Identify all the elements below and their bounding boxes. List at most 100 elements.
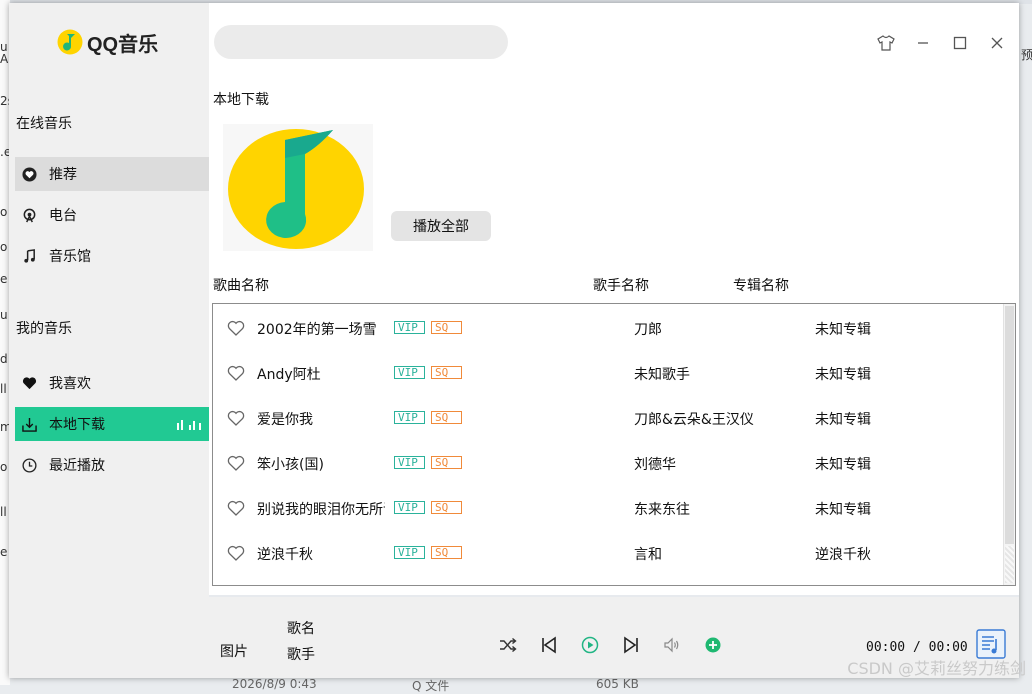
sidebar-item-recommend[interactable]: 推荐 [15, 157, 209, 191]
clock-icon [21, 457, 37, 473]
volume-icon [664, 637, 679, 653]
play-icon [581, 636, 599, 654]
background-left-letter: e [0, 272, 8, 286]
background-bottom-text: 2026/8/9 0:43 [232, 677, 317, 691]
table-row[interactable]: 2002年的第一场雪 VIP SQ 刀郎 未知专辑 [213, 304, 1001, 349]
sq-badge: SQ [431, 546, 462, 559]
background-left-letter: A [0, 52, 9, 66]
playback-time: 00:00 / 00:00 [866, 640, 968, 655]
song-title: 逆浪千秋 [257, 547, 313, 563]
song-artist: 刀郎 [634, 322, 662, 338]
next-button[interactable] [620, 634, 642, 656]
sidebar-item-label: 推荐 [49, 167, 77, 183]
table-row[interactable]: Andy阿杜 VIP SQ 未知歌手 未知专辑 [213, 349, 1001, 394]
song-title: 爱是你我 [257, 412, 313, 428]
sidebar-item-radio[interactable]: 电台 [15, 198, 209, 232]
sidebar-item-music-hall[interactable]: 音乐馆 [15, 239, 209, 273]
column-header-album[interactable]: 专辑名称 [733, 275, 789, 295]
background-bottom-text: 605 KB [596, 677, 639, 691]
background-bottom-text: Q 文件 [412, 679, 450, 693]
sq-badge: SQ [431, 321, 462, 334]
skip-previous-icon [542, 636, 556, 654]
app-logo-text: QQ音乐 [87, 33, 159, 56]
vip-badge: VIP [394, 456, 425, 469]
song-album: 未知专辑 [815, 502, 871, 518]
sidebar-item-local-download[interactable]: 本地下载 [15, 407, 209, 441]
background-left-letter: u [0, 308, 8, 322]
volume-button[interactable] [661, 634, 683, 656]
shuffle-icon [500, 637, 517, 653]
table-row[interactable]: 爱是你我 VIP SQ 刀郎&云朵&王汉仪 未知专辑 [213, 394, 1001, 439]
equalizer-icon [177, 420, 201, 430]
heart-icon [21, 375, 37, 391]
minimize-button[interactable] [913, 33, 933, 53]
search-input[interactable] [214, 25, 508, 59]
song-artist: 言和 [634, 547, 662, 563]
song-title: 笨小孩(国) [257, 457, 324, 473]
song-album: 未知专辑 [815, 457, 871, 473]
sidebar: QQ音乐 在线音乐 推荐 电台 音乐馆 我的音乐 我喜欢 本地下载 最近播放 [9, 3, 209, 678]
skip-next-icon [624, 636, 638, 654]
play-all-button[interactable]: 播放全部 [391, 211, 491, 241]
scrollbar-thumb[interactable] [1005, 306, 1014, 544]
add-circle-icon [705, 637, 721, 653]
song-album: 未知专辑 [815, 367, 871, 383]
download-icon [21, 416, 37, 432]
song-album: 未知专辑 [815, 322, 871, 338]
player-cover-placeholder: 图片 [220, 644, 248, 660]
player-song-name: 歌名 [287, 621, 315, 637]
close-icon [991, 37, 1003, 49]
vertical-scrollbar[interactable] [1003, 304, 1015, 585]
vip-badge: VIP [394, 321, 425, 334]
sidebar-item-label: 我喜欢 [49, 376, 91, 392]
sq-badge: SQ [431, 366, 462, 379]
like-heart-icon[interactable] [227, 320, 245, 336]
vip-badge: VIP [394, 546, 425, 559]
sidebar-item-favorites[interactable]: 我喜欢 [15, 366, 209, 400]
like-heart-icon[interactable] [227, 500, 245, 516]
add-to-playlist-button[interactable] [702, 634, 724, 656]
sidebar-item-label: 音乐馆 [49, 249, 91, 265]
table-row[interactable]: 别说我的眼泪你无所谓 VIP SQ 东来东往 未知专辑 [213, 484, 1001, 529]
like-heart-icon[interactable] [227, 455, 245, 471]
scrollbar-track [1005, 546, 1014, 583]
sidebar-item-recent[interactable]: 最近播放 [15, 448, 209, 482]
qq-music-logo-icon [57, 29, 83, 55]
watermark: CSDN @艾莉丝努力练剑 [847, 659, 1026, 678]
play-button[interactable] [579, 634, 601, 656]
song-artist: 刘德华 [634, 457, 676, 473]
sq-badge: SQ [431, 501, 462, 514]
skin-button[interactable] [876, 33, 896, 53]
sq-badge: SQ [431, 411, 462, 424]
previous-button[interactable] [538, 634, 560, 656]
sq-badge: SQ [431, 456, 462, 469]
column-header-artist[interactable]: 歌手名称 [593, 275, 649, 295]
maximize-icon [953, 36, 967, 50]
sidebar-item-label: 本地下载 [49, 417, 105, 433]
song-artist: 刀郎&云朵&王汉仪 [634, 412, 754, 428]
background-left-letter: d [0, 352, 8, 366]
table-row[interactable]: 笨小孩(国) VIP SQ 刘德华 未知专辑 [213, 439, 1001, 484]
close-button[interactable] [987, 33, 1007, 53]
song-album: 逆浪千秋 [815, 547, 871, 563]
app-logo: QQ音乐 [57, 27, 158, 57]
radio-icon [21, 207, 37, 223]
qq-music-cover-icon [228, 129, 364, 249]
shirt-icon [877, 35, 895, 51]
like-heart-icon[interactable] [227, 365, 245, 381]
album-cover [223, 124, 373, 251]
table-row[interactable]: 逆浪千秋 VIP SQ 言和 逆浪千秋 [213, 529, 1001, 574]
background-left-letter: o [0, 460, 8, 474]
song-title: 别说我的眼泪你无所谓 [257, 502, 385, 518]
background-left-letter: ll [0, 382, 7, 396]
shuffle-button[interactable] [497, 634, 519, 656]
song-title: 2002年的第一场雪 [257, 322, 377, 338]
song-album: 未知专辑 [815, 412, 871, 428]
maximize-button[interactable] [950, 33, 970, 53]
column-header-song[interactable]: 歌曲名称 [213, 275, 269, 295]
background-left-letter: ll [0, 505, 7, 519]
like-heart-icon[interactable] [227, 545, 245, 561]
vip-badge: VIP [394, 366, 425, 379]
my-music-title: 我的音乐 [16, 321, 72, 337]
like-heart-icon[interactable] [227, 410, 245, 426]
